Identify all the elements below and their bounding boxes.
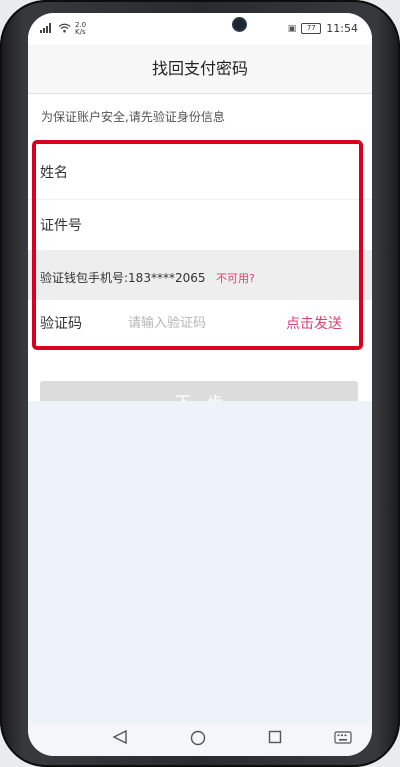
id-number-label: 证件号 (40, 218, 82, 234)
phone-unavailable-link[interactable]: 不可用? (216, 270, 255, 286)
verification-code-row: 验证码 点击发送 (28, 300, 372, 344)
name-label: 姓名 (40, 165, 68, 181)
id-number-field[interactable]: 证件号 (28, 199, 372, 250)
screen: 2.0 K/s ▣ 77 11:54 找回支付密码 为保证账户安全,请先验证身份… (28, 13, 372, 756)
bound-phone-text: 验证钱包手机号:183****2065 (40, 271, 206, 285)
status-right: ▣ 77 11:54 (288, 22, 358, 35)
blank-overlay-panel (28, 401, 372, 723)
keyboard-icon[interactable] (334, 730, 352, 748)
signal-icon (40, 22, 54, 36)
status-time: 11:54 (326, 22, 358, 35)
back-icon[interactable] (112, 729, 128, 748)
name-field[interactable]: 姓名 (28, 147, 372, 197)
front-camera (234, 19, 245, 30)
send-code-button[interactable]: 点击发送 (286, 313, 342, 333)
page-title: 找回支付密码 (151, 59, 248, 78)
phone-frame: 2.0 K/s ▣ 77 11:54 找回支付密码 为保证账户安全,请先验证身份… (0, 0, 400, 767)
notification-icon: ▣ (287, 23, 297, 34)
recents-icon[interactable] (268, 730, 282, 748)
system-navigation-bar (28, 723, 372, 756)
status-left: 2.0 K/s (40, 22, 86, 36)
phone-verify-row: 验证钱包手机号:183****2065 不可用? (28, 250, 372, 300)
battery-level: 77 (306, 24, 316, 32)
verification-code-input[interactable] (126, 309, 270, 337)
home-icon[interactable] (190, 730, 206, 750)
security-hint: 为保证账户安全,请先验证身份信息 (41, 110, 225, 124)
battery-icon: 77 (301, 23, 322, 34)
network-speed: 2.0 K/s (75, 21, 87, 36)
status-bar: 2.0 K/s ▣ 77 11:54 (28, 13, 372, 45)
navigation-bar: 找回支付密码 (28, 45, 372, 94)
wifi-icon (58, 23, 71, 36)
verification-code-label: 验证码 (40, 316, 82, 332)
